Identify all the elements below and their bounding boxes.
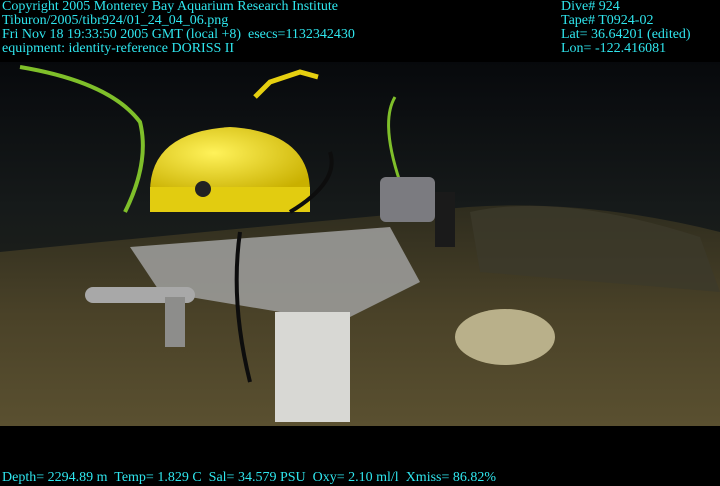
tape-number: Tape# T0924-02 <box>561 13 654 28</box>
timestamp-line: Fri Nov 18 19:33:50 2005 GMT (local +8) … <box>2 27 355 42</box>
equipment-line: equipment: identity-reference DORISS II <box>2 41 235 56</box>
white-block <box>275 312 350 422</box>
canister <box>380 177 435 222</box>
video-frame: Copyright 2005 Monterey Bay Aquarium Res… <box>0 0 720 486</box>
dive-number: Dive# 924 <box>561 0 620 14</box>
file-path-line: Tiburon/2005/tibr924/01_24_04_06.png <box>2 13 229 28</box>
latitude: Lat= 36.64201 (edited) <box>561 27 691 42</box>
longitude: Lon= -122.416081 <box>561 41 667 56</box>
seafloor-photo <box>0 62 720 426</box>
white-rock <box>455 309 555 365</box>
copyright-line: Copyright 2005 Monterey Bay Aquarium Res… <box>2 0 338 14</box>
sensor-readout: Depth= 2294.89 m Temp= 1.829 C Sal= 34.5… <box>2 470 497 485</box>
